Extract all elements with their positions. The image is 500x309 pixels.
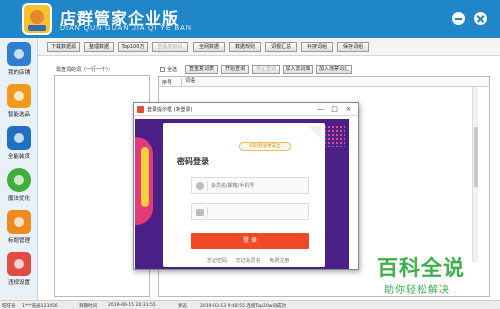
toolbar: 下载数据源 整理数据 Top100万 查看类目词 全网数据 数据规则 词根汇总 … [38,38,500,56]
login-button[interactable]: 登 录 [191,233,309,249]
violation-icon [7,252,31,276]
dialog-close-icon[interactable]: × [344,105,353,114]
column-header-word: 词语 [181,78,195,86]
minimize-icon[interactable] [452,12,465,25]
search-phrases-button[interactable]: 补搜词组 [301,42,333,52]
optimize-icon [7,168,31,192]
login-banner: 扫码登录更安全 密码登录 登 录 忘记密码 忘 [135,119,349,269]
login-card: 扫码登录更安全 密码登录 登 录 忘记密码 忘 [163,123,325,267]
store-icon [7,42,31,66]
folder-icon [7,210,31,234]
expire-label: 到期时间 [79,304,97,309]
download-source-button[interactable]: 下载数据源 [47,42,80,52]
select-all-checkbox[interactable] [160,67,165,72]
dialog-title-bar: 登录提示框 (未登录) — □ × [134,103,358,116]
sidebar-item-label: 智能选品 [7,112,30,118]
scrollbar-thumb[interactable] [474,127,478,187]
state-value: 2019-03-13 9:48:55 连接Top20w词成功 [200,304,286,309]
password-input[interactable] [211,206,305,217]
add-to-dedupe-button[interactable]: 加入去词库 [283,65,313,74]
start-query-button[interactable]: 开始查询 [221,65,249,74]
login-title: 密码登录 [177,157,209,166]
app-window: 店群管家企业版 DIAN QUN GUAN JIA QI YE BAN 我的店铺… [0,0,500,309]
qr-login-tip: 扫码登录更安全 [239,142,291,151]
word-list-label: 需查词的词（一行一个）： [56,67,114,73]
close-icon[interactable] [474,12,487,25]
state-label: 状态 [178,304,187,309]
column-header-index: 序号 [162,80,173,86]
field-divider [207,207,208,217]
top-million-button[interactable]: Top100万 [118,42,148,52]
app-subtitle: DIAN QUN GUAN JIA QI YE BAN [60,25,192,32]
add-banned-words-button[interactable]: 加入违禁词汇 [316,65,352,74]
check-duplicate-button[interactable]: 查重复词表 [185,65,218,74]
qr-code-toggle-icon[interactable] [304,126,322,144]
account-value: 1***浩迪123456 [22,304,58,309]
sidebar-item-smart-select[interactable]: 智能选品 [3,84,35,126]
password-field[interactable] [191,203,309,220]
sidebar-item-label: 魔法优化 [7,196,30,202]
sidebar-item-my-store[interactable]: 我的店铺 [3,42,35,84]
watermark-subtitle: 助你轻松解决 [384,285,450,296]
dialog-title: 登录提示框 (未登录) [147,107,193,113]
username-field[interactable] [191,177,309,194]
dialog-body: 扫码登录更安全 密码登录 登 录 忘记密码 忘 [135,117,357,269]
status-bar: 旺旺号 1***浩迪123456 到期时间 2019-06-15 20:31:5… [0,300,500,309]
sidebar-item-label: 违规设置 [7,280,30,286]
sidebar-item-loading[interactable]: 全能装货 [3,126,35,168]
vertical-scrollbar[interactable] [472,87,478,262]
organize-data-button[interactable]: 整理数据 [84,42,114,52]
view-category-button[interactable]: 查看类目词 [152,42,188,52]
lock-icon [196,209,204,216]
app-logo [22,3,52,35]
account-label: 旺旺号 [2,304,16,309]
watermark-title: 百科全说 [377,256,465,280]
dialog-maximize-icon[interactable]: □ [330,105,339,114]
data-rules-button[interactable]: 数据规则 [229,42,261,52]
stop-query-button[interactable]: 停止查询 [252,65,280,74]
smart-select-icon [7,84,31,108]
sidebar-item-label: 我的店铺 [7,70,30,76]
save-phrases-button[interactable]: 保存词组 [337,42,369,52]
dialog-app-icon [137,106,144,113]
forgot-password-link[interactable]: 忘记密码 [207,258,227,264]
sidebar-item-optimize[interactable]: 魔法优化 [3,168,35,210]
dialog-minimize-icon[interactable]: — [316,105,325,114]
network-data-button[interactable]: 全网数据 [193,42,225,52]
title-bar: 店群管家企业版 DIAN QUN GUAN JIA QI YE BAN [0,0,500,38]
decoration-dots [323,125,345,147]
username-input[interactable] [211,180,305,191]
login-links: 忘记密码 忘记会员名 免费注册 [207,257,317,264]
field-divider [207,181,208,191]
sidebar-item-label: 标题管理 [7,238,30,244]
upload-icon [7,126,31,150]
sidebar: 我的店铺 智能选品 全能装货 魔法优化 标题管理 违规设置 [0,38,38,300]
sidebar-item-label: 全能装货 [7,154,30,160]
sidebar-item-title-manage[interactable]: 标题管理 [3,210,35,252]
table-header: 序号 词语 [159,77,489,87]
sidebar-item-violation[interactable]: 违规设置 [3,252,35,294]
expire-value: 2019-06-15 20:31:55 [108,303,156,308]
register-link[interactable]: 免费注册 [269,258,289,264]
forgot-username-link[interactable]: 忘记会员名 [236,258,261,264]
root-summary-button[interactable]: 词根汇总 [265,42,297,52]
decoration-shape [135,137,153,225]
user-icon [196,182,204,190]
select-all-label: 全选 [167,67,178,73]
login-dialog: 登录提示框 (未登录) — □ × 扫码登录更安全 密码登录 会员名/邮箱/手机… [133,102,359,270]
